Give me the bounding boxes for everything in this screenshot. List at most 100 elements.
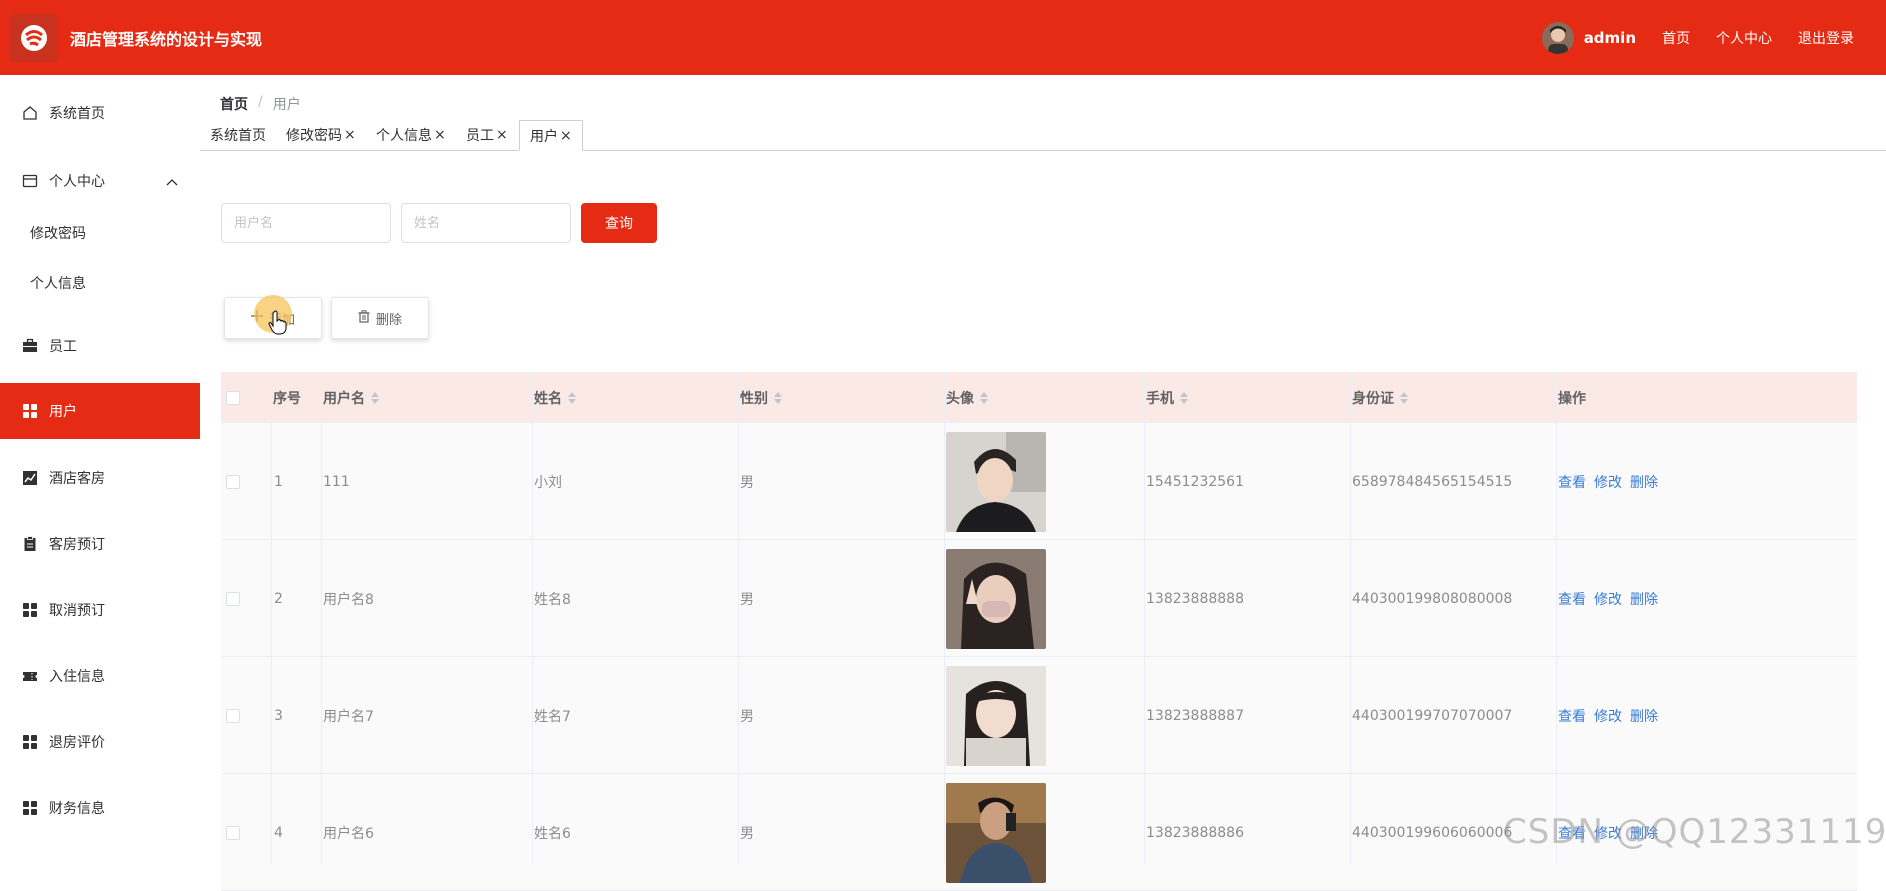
plus-icon <box>250 310 263 326</box>
tab-employee[interactable]: 员工 × <box>466 120 508 150</box>
briefcase-icon <box>22 338 38 354</box>
avatar[interactable] <box>1541 21 1574 54</box>
view-link[interactable]: 查看 <box>1558 589 1586 609</box>
cell-index: 3 <box>274 707 283 724</box>
view-link[interactable]: 查看 <box>1558 472 1586 492</box>
sidebar-item-users[interactable]: 用户 <box>0 383 200 439</box>
sidebar-item-home[interactable]: 系统首页 <box>0 85 200 141</box>
delete-link[interactable]: 删除 <box>1630 589 1658 609</box>
logo-icon <box>21 24 47 51</box>
admin-name[interactable]: admin <box>1584 29 1636 47</box>
column-header-avatar[interactable]: 头像 <box>946 372 988 423</box>
tab-home[interactable]: 系统首页 <box>210 120 266 150</box>
sort-icon <box>980 391 988 404</box>
profile-icon <box>22 173 38 189</box>
column-divider <box>944 372 945 864</box>
close-icon[interactable]: × <box>344 127 356 143</box>
header-link-profile[interactable]: 个人中心 <box>1716 28 1772 48</box>
delete-link[interactable]: 删除 <box>1630 706 1658 726</box>
sidebar-item-finance-info[interactable]: 财务信息 <box>0 780 200 836</box>
user-photo[interactable] <box>946 665 1046 766</box>
clipboard-icon <box>22 536 38 552</box>
column-header-name[interactable]: 姓名 <box>534 372 576 423</box>
sidebar-item-label: 客房预订 <box>49 537 105 553</box>
grid-icon <box>22 734 38 750</box>
add-button-label: 添加 <box>268 312 295 328</box>
column-header-actions: 操作 <box>1558 390 1586 407</box>
column-divider <box>1556 372 1557 864</box>
delete-button[interactable]: 删除 <box>331 297 429 339</box>
row-checkbox[interactable] <box>226 657 240 774</box>
select-all-checkbox[interactable] <box>226 372 240 423</box>
tab-personal-info[interactable]: 个人信息 × <box>376 120 446 150</box>
view-link[interactable]: 查看 <box>1558 706 1586 726</box>
view-link[interactable]: 查看 <box>1558 823 1586 843</box>
delete-button-label: 删除 <box>375 312 402 328</box>
sidebar-item-label: 酒店客房 <box>49 471 105 487</box>
row-checkbox[interactable] <box>226 540 240 657</box>
cell-username: 用户名8 <box>323 591 374 608</box>
edit-link[interactable]: 修改 <box>1594 589 1622 609</box>
edit-link[interactable]: 修改 <box>1594 706 1622 726</box>
sidebar-item-room-booking[interactable]: 客房预订 <box>0 516 200 572</box>
cell-phone: 13823888888 <box>1146 590 1244 607</box>
cell-name: 姓名7 <box>534 708 571 725</box>
edit-link[interactable]: 修改 <box>1594 823 1622 843</box>
column-divider <box>321 372 322 864</box>
home-icon <box>22 105 38 121</box>
user-photo[interactable] <box>946 548 1046 649</box>
sidebar-item-profile[interactable]: 个人中心 <box>0 153 200 209</box>
header-right: admin 首页 个人中心 退出登录 <box>1541 0 1886 75</box>
column-header-gender[interactable]: 性别 <box>740 372 782 423</box>
column-header-id-card[interactable]: 身份证 <box>1352 372 1408 423</box>
header-link-home[interactable]: 首页 <box>1662 28 1690 48</box>
username-search-input[interactable] <box>221 203 391 243</box>
sort-icon <box>568 391 576 404</box>
delete-link[interactable]: 删除 <box>1630 472 1658 492</box>
close-icon[interactable]: × <box>434 127 446 143</box>
cell-index: 1 <box>274 473 283 490</box>
tab-change-password[interactable]: 修改密码 × <box>286 120 356 150</box>
trash-icon <box>358 309 370 327</box>
cell-index: 2 <box>274 590 283 607</box>
app-logo <box>10 13 58 62</box>
sidebar-item-employee[interactable]: 员工 <box>0 318 200 374</box>
breadcrumb-separator: / <box>258 94 263 110</box>
close-icon[interactable]: × <box>560 128 572 144</box>
delete-link[interactable]: 删除 <box>1630 823 1658 843</box>
tab-label: 修改密码 <box>286 128 342 144</box>
avatar-image <box>1541 21 1574 54</box>
sidebar-item-label: 用户 <box>49 404 77 420</box>
table-row: 3 用户名7 姓名7 男 13823888887 440300199707070… <box>221 657 1857 774</box>
row-checkbox[interactable] <box>226 774 240 891</box>
sidebar-subitem-personal-info[interactable]: 个人信息 <box>0 263 200 303</box>
tab-users[interactable]: 用户 × <box>519 120 583 151</box>
cell-name: 姓名6 <box>534 825 571 842</box>
sidebar-item-hotel-rooms[interactable]: 酒店客房 <box>0 450 200 506</box>
user-photo[interactable] <box>946 431 1046 532</box>
column-header-username[interactable]: 用户名 <box>323 372 379 423</box>
query-button[interactable]: 查询 <box>581 203 657 243</box>
edit-link[interactable]: 修改 <box>1594 472 1622 492</box>
chevron-up-icon <box>166 174 178 190</box>
name-search-input[interactable] <box>401 203 571 243</box>
add-button[interactable]: 添加 <box>224 297 322 339</box>
sort-icon <box>774 391 782 404</box>
row-checkbox[interactable] <box>226 423 240 540</box>
sidebar: 系统首页 个人中心 修改密码 个人信息 员工 用户 酒店客房 客房预订 取消预订… <box>0 75 200 864</box>
cell-actions: 查看 修改 删除 <box>1558 657 1658 774</box>
sidebar-item-checkin-info[interactable]: 入住信息 <box>0 648 200 704</box>
header-link-logout[interactable]: 退出登录 <box>1798 28 1854 48</box>
sort-icon <box>371 391 379 404</box>
column-header-phone[interactable]: 手机 <box>1146 372 1188 423</box>
sidebar-item-checkout-review[interactable]: 退房评价 <box>0 714 200 770</box>
user-photo[interactable] <box>946 782 1046 883</box>
close-icon[interactable]: × <box>496 127 508 143</box>
breadcrumb-home[interactable]: 首页 <box>220 94 248 114</box>
ticket-icon <box>22 668 38 684</box>
sidebar-item-label: 个人中心 <box>49 174 105 190</box>
sidebar-item-cancel-booking[interactable]: 取消预订 <box>0 582 200 638</box>
sidebar-subitem-change-password[interactable]: 修改密码 <box>0 213 200 253</box>
cell-name: 姓名8 <box>534 591 571 608</box>
cell-gender: 男 <box>740 474 754 491</box>
